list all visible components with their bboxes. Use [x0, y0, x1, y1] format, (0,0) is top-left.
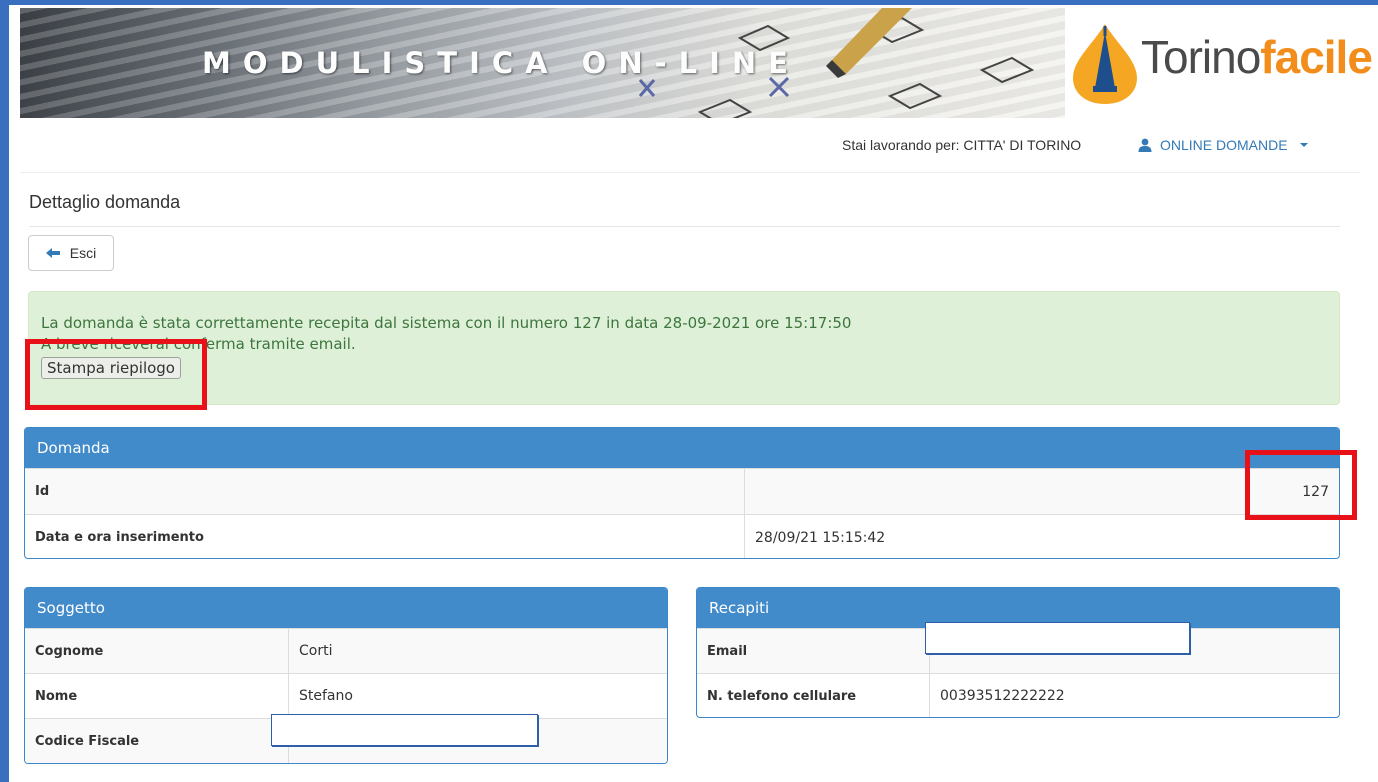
field-value-insert-date: 28/09/21 15:15:42 [744, 515, 1339, 558]
table-row: Id 127 [25, 468, 1339, 514]
window-frame-left [0, 0, 9, 782]
field-label-fiscal-code: Codice Fiscale [35, 733, 140, 749]
logo-text: Torinofacile [1141, 30, 1372, 84]
logo-text-torino: Torino [1141, 31, 1261, 83]
header-banner: MODULISTICA ON-LINE Torinofacile [20, 8, 1372, 118]
field-label-email: Email [707, 643, 748, 659]
panel-domanda-header: Domanda [25, 428, 1339, 468]
user-menu-label: ONLINE DOMANDE [1160, 137, 1288, 153]
working-for-label: Stai lavorando per: CITTA' DI TORINO [842, 137, 1082, 153]
highlight-box-id [1245, 450, 1357, 520]
page-title: Dettaglio domanda [29, 192, 181, 212]
table-row: Cognome Corti [25, 628, 667, 673]
window-frame-top [0, 0, 1378, 5]
field-label-id: Id [35, 484, 50, 499]
redaction-box-email [925, 622, 1190, 654]
exit-button[interactable]: Esci [28, 235, 114, 271]
field-label-insert-date: Data e ora inserimento [35, 530, 204, 545]
torinofacile-logo: Torinofacile [1065, 8, 1372, 118]
banner-title: MODULISTICA ON-LINE [202, 46, 800, 80]
field-label-name: Nome [35, 688, 78, 704]
success-alert: La domanda è stata correttamente recepit… [28, 291, 1340, 405]
top-navigation: Stai lavorando per: CITTA' DI TORINO ONL… [20, 119, 1360, 173]
logo-text-facile: facile [1260, 31, 1372, 83]
highlight-box-print [25, 339, 207, 410]
mole-antonelliana-logo-icon [1073, 24, 1137, 104]
alert-message-line2: A breve riceverai conferma tramite email… [41, 335, 356, 353]
panel-soggetto-header: Soggetto [25, 588, 667, 628]
field-label-surname: Cognome [35, 643, 104, 659]
user-menu-dropdown[interactable]: ONLINE DOMANDE [1138, 137, 1308, 153]
user-icon [1138, 138, 1152, 152]
redaction-box-fiscal-code [271, 714, 538, 746]
panel-domanda: Domanda Id 127 Data e ora inserimento 28… [24, 427, 1340, 559]
field-value-mobile-phone: 00393512222222 [929, 674, 1339, 717]
table-row: Nome Stefano [25, 673, 667, 718]
title-divider [29, 226, 1340, 227]
table-row: Data e ora inserimento 28/09/21 15:15:42 [25, 514, 1339, 558]
field-value-name: Stefano [288, 674, 667, 718]
field-label-mobile-phone: N. telefono cellulare [707, 688, 857, 704]
caret-down-icon [1299, 143, 1308, 147]
arrow-left-icon [45, 248, 60, 258]
exit-button-label: Esci [69, 245, 97, 261]
alert-message-line1: La domanda è stata correttamente recepit… [41, 314, 852, 332]
field-value-surname: Corti [288, 629, 667, 673]
table-row: N. telefono cellulare 00393512222222 [697, 673, 1339, 717]
